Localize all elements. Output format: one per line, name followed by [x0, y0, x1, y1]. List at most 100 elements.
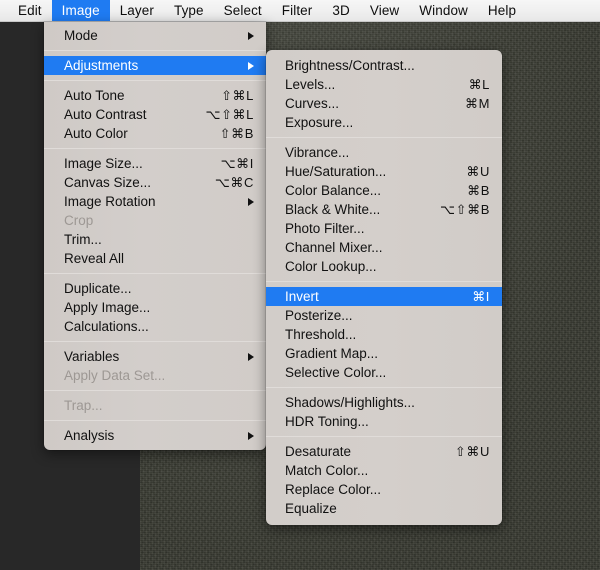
menu-item-brightness-contrast[interactable]: Brightness/Contrast... [266, 56, 502, 75]
menu-item-desaturate[interactable]: Desaturate ⇧⌘U [266, 442, 502, 461]
menu-item-image-size[interactable]: Image Size... ⌥⌘I [44, 154, 266, 173]
menu-bar: Edit Image Layer Type Select Filter 3D View Wind… [0, 0, 600, 22]
menu-item-label: Invert [285, 288, 319, 304]
photoshop-window: Edit Image Layer Type Select Filter 3D View Wind… [0, 0, 600, 570]
menu-item-label: Mode [64, 27, 98, 43]
menu-item-curves[interactable]: Curves... ⌘M [266, 94, 502, 113]
menu-item-label: Analysis [64, 427, 115, 443]
menu-item-apply-image[interactable]: Apply Image... [44, 298, 266, 317]
menu-item-shortcut: ⌥⇧⌘L [205, 107, 254, 122]
menu-item-label: Equalize [285, 500, 337, 516]
menu-item-shortcut: ⌘I [472, 289, 490, 304]
menubar-item-window[interactable]: Window [409, 0, 478, 21]
menu-item-label: Auto Color [64, 125, 128, 141]
menu-item-label: Color Lookup... [285, 258, 377, 274]
menu-item-label: Hue/Saturation... [285, 163, 387, 179]
menu-item-photo-filter[interactable]: Photo Filter... [266, 219, 502, 238]
menubar-item-filter[interactable]: Filter [272, 0, 323, 21]
menu-item-shortcut: ⇧⌘L [221, 88, 254, 103]
menu-item-shortcut: ⇧⌘U [454, 444, 490, 459]
menu-item-channel-mixer[interactable]: Channel Mixer... [266, 238, 502, 257]
menu-item-label: Match Color... [285, 462, 369, 478]
menu-item-label: Adjustments [64, 57, 139, 73]
menu-item-auto-color[interactable]: Auto Color ⇧⌘B [44, 124, 266, 143]
menu-item-shortcut: ⌘U [466, 164, 490, 179]
menubar-item-edit[interactable]: Edit [8, 0, 52, 21]
menu-item-analysis[interactable]: Analysis [44, 426, 266, 445]
menu-item-hdr-toning[interactable]: HDR Toning... [266, 412, 502, 431]
menu-item-trap: Trap... [44, 396, 266, 415]
menu-item-variables[interactable]: Variables [44, 347, 266, 366]
adjustments-submenu-dropdown[interactable]: Brightness/Contrast... Levels... ⌘L Curves.… [266, 50, 502, 525]
menu-item-selective-color[interactable]: Selective Color... [266, 363, 502, 382]
image-menu-dropdown[interactable]: Mode Adjustments Auto Tone ⇧⌘L Auto Contrast… [44, 22, 266, 450]
submenu-arrow-icon [248, 431, 254, 440]
menu-item-label: Channel Mixer... [285, 239, 383, 255]
menu-separator [44, 390, 266, 391]
menu-item-label: Image Size... [64, 155, 143, 171]
menu-item-equalize[interactable]: Equalize [266, 499, 502, 518]
menu-item-gradient-map[interactable]: Gradient Map... [266, 344, 502, 363]
menu-item-adjustments[interactable]: Adjustments [44, 56, 266, 75]
menu-item-label: Calculations... [64, 318, 149, 334]
menu-item-label: Vibrance... [285, 144, 350, 160]
menu-item-invert[interactable]: Invert ⌘I [266, 287, 502, 306]
menu-item-label: Posterize... [285, 307, 353, 323]
menu-item-shortcut: ⌥⌘I [220, 156, 254, 171]
menu-separator [266, 281, 502, 282]
menu-item-label: Apply Data Set... [64, 367, 166, 383]
menu-item-posterize[interactable]: Posterize... [266, 306, 502, 325]
menu-item-black-white[interactable]: Black & White... ⌥⇧⌘B [266, 200, 502, 219]
menu-item-label: Black & White... [285, 201, 381, 217]
menu-item-label: Curves... [285, 95, 340, 111]
menu-item-replace-color[interactable]: Replace Color... [266, 480, 502, 499]
menu-item-trim[interactable]: Trim... [44, 230, 266, 249]
menu-item-vibrance[interactable]: Vibrance... [266, 143, 502, 162]
menu-item-hue-saturation[interactable]: Hue/Saturation... ⌘U [266, 162, 502, 181]
menubar-item-3d[interactable]: 3D [322, 0, 359, 21]
menu-item-duplicate[interactable]: Duplicate... [44, 279, 266, 298]
menu-item-threshold[interactable]: Threshold... [266, 325, 502, 344]
menu-item-label: Shadows/Highlights... [285, 394, 415, 410]
menu-item-shortcut: ⌥⌘C [214, 175, 254, 190]
submenu-arrow-icon [248, 61, 254, 70]
menu-item-shadows-highlights[interactable]: Shadows/Highlights... [266, 393, 502, 412]
menu-separator [44, 341, 266, 342]
menu-item-image-rotation[interactable]: Image Rotation [44, 192, 266, 211]
menu-separator [266, 137, 502, 138]
menu-item-canvas-size[interactable]: Canvas Size... ⌥⌘C [44, 173, 266, 192]
menu-item-label: Canvas Size... [64, 174, 152, 190]
menu-item-reveal-all[interactable]: Reveal All [44, 249, 266, 268]
menubar-item-select[interactable]: Select [214, 0, 272, 21]
menubar-item-view[interactable]: View [360, 0, 409, 21]
menu-item-label: Variables [64, 348, 120, 364]
menu-item-match-color[interactable]: Match Color... [266, 461, 502, 480]
menu-item-label: Trim... [64, 231, 102, 247]
menu-item-shortcut: ⇧⌘B [219, 126, 254, 141]
menu-item-shortcut: ⌘M [464, 96, 490, 111]
menu-item-label: Auto Contrast [64, 106, 147, 122]
menu-item-label: Exposure... [285, 114, 354, 130]
submenu-arrow-icon [248, 197, 254, 206]
menu-item-calculations[interactable]: Calculations... [44, 317, 266, 336]
menu-item-label: HDR Toning... [285, 413, 369, 429]
menu-item-shortcut: ⌘B [467, 183, 490, 198]
menu-separator [44, 420, 266, 421]
menu-separator [44, 80, 266, 81]
menubar-item-help[interactable]: Help [478, 0, 526, 21]
menu-item-shortcut: ⌥⇧⌘B [440, 202, 490, 217]
menu-item-exposure[interactable]: Exposure... [266, 113, 502, 132]
menu-separator [44, 148, 266, 149]
menu-item-levels[interactable]: Levels... ⌘L [266, 75, 502, 94]
menu-item-label: Auto Tone [64, 87, 125, 103]
menu-item-label: Trap... [64, 397, 103, 413]
menu-item-auto-tone[interactable]: Auto Tone ⇧⌘L [44, 86, 266, 105]
menubar-item-type[interactable]: Type [164, 0, 214, 21]
menubar-item-image[interactable]: Image [51, 0, 110, 21]
menu-item-auto-contrast[interactable]: Auto Contrast ⌥⇧⌘L [44, 105, 266, 124]
menubar-item-layer[interactable]: Layer [110, 0, 164, 21]
menu-item-color-lookup[interactable]: Color Lookup... [266, 257, 502, 276]
menu-item-color-balance[interactable]: Color Balance... ⌘B [266, 181, 502, 200]
menu-item-mode[interactable]: Mode [44, 26, 266, 45]
menu-item-label: Color Balance... [285, 182, 382, 198]
